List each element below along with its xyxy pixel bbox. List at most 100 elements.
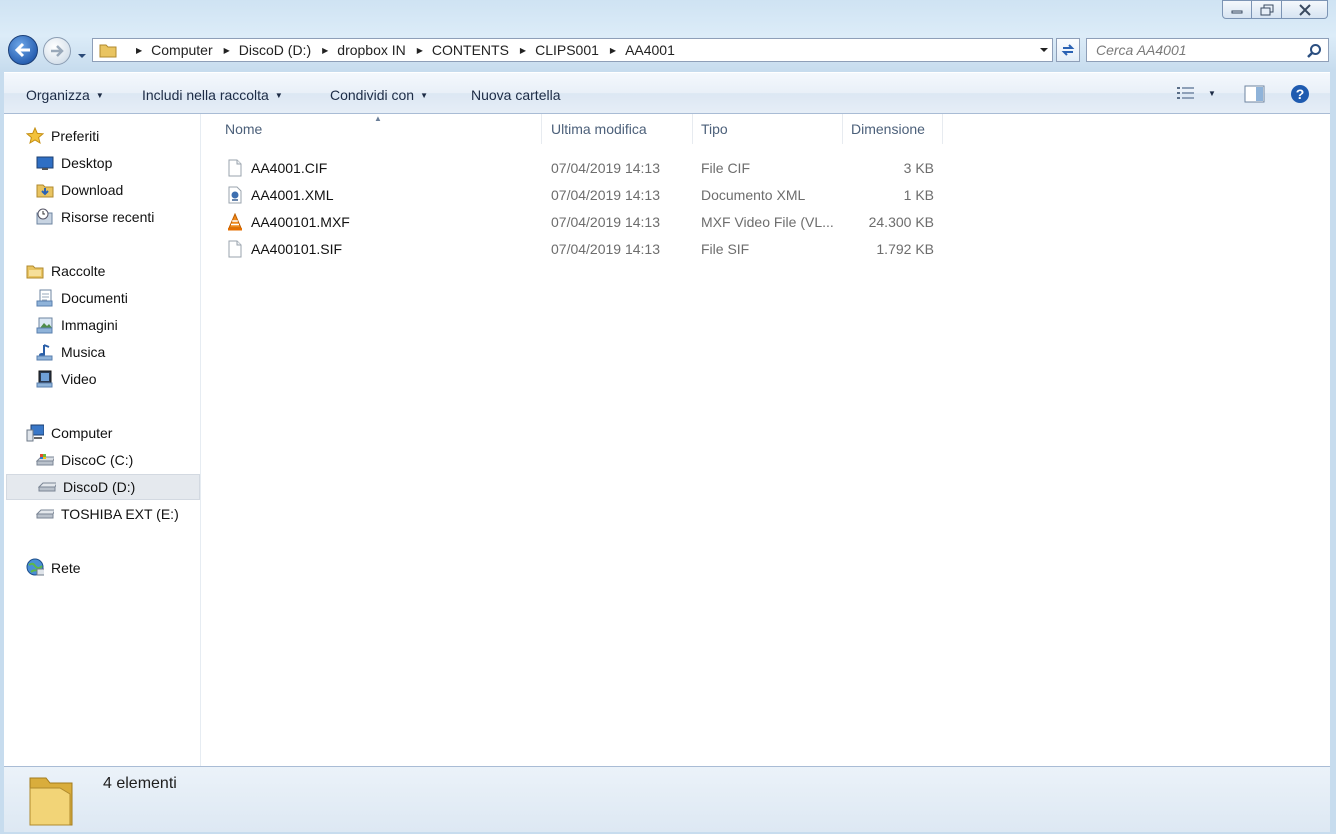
new-folder-button[interactable]: Nuova cartella bbox=[471, 87, 561, 103]
forward-arrow-icon bbox=[51, 45, 64, 57]
sidebar-item-drive-d[interactable]: DiscoD (D:) bbox=[6, 474, 200, 500]
breadcrumb-separator-icon[interactable]: ▶ bbox=[224, 46, 230, 55]
minimize-icon bbox=[1231, 10, 1243, 13]
breadcrumb-disco-d[interactable]: DiscoD (D:) bbox=[239, 42, 311, 58]
breadcrumb-computer[interactable]: Computer bbox=[151, 42, 212, 58]
sidebar-item-label: Rete bbox=[51, 560, 81, 576]
navigation-pane: Preferiti Desktop Download Risorse recen… bbox=[4, 114, 201, 766]
file-modified: 07/04/2019 14:13 bbox=[551, 213, 660, 230]
include-library-button[interactable]: Includi nella raccolta ▼ bbox=[142, 87, 283, 103]
address-history-dropdown[interactable] bbox=[1036, 39, 1052, 61]
file-name-cell: AA4001.XML bbox=[227, 181, 334, 208]
sidebar-item-label: TOSHIBA EXT (E:) bbox=[61, 506, 179, 522]
sidebar-item-label: Risorse recenti bbox=[61, 209, 155, 225]
explorer-main: Preferiti Desktop Download Risorse recen… bbox=[4, 114, 1330, 766]
file-row[interactable]: AA4001.CIF 07/04/2019 14:13 File CIF 3 K… bbox=[202, 154, 942, 181]
column-header-label: Dimensione bbox=[851, 121, 925, 137]
details-view-icon bbox=[1177, 87, 1194, 99]
sidebar-item-label: DiscoC (C:) bbox=[61, 452, 134, 468]
file-row[interactable]: AA400101.MXF 07/04/2019 14:13 MXF Video … bbox=[202, 208, 942, 235]
blank-file-icon bbox=[227, 240, 243, 258]
restore-icon bbox=[1260, 4, 1273, 15]
file-row[interactable]: AA4001.XML 07/04/2019 14:13 Documento XM… bbox=[202, 181, 942, 208]
folder-icon bbox=[26, 772, 78, 833]
file-type: MXF Video File (VL... bbox=[701, 213, 834, 230]
file-size: 1 KB bbox=[903, 186, 934, 203]
column-header-modified[interactable]: Ultima modifica bbox=[543, 114, 693, 144]
breadcrumb-separator-icon[interactable]: ▶ bbox=[417, 46, 423, 55]
sidebar-item-pictures[interactable]: Immagini bbox=[36, 312, 118, 338]
sidebar-item-recent[interactable]: Risorse recenti bbox=[36, 204, 154, 230]
breadcrumb-clips001[interactable]: CLIPS001 bbox=[535, 42, 599, 58]
column-header-size[interactable]: Dimensione bbox=[843, 114, 943, 144]
sidebar-item-drive-e[interactable]: TOSHIBA EXT (E:) bbox=[36, 501, 179, 527]
refresh-button[interactable] bbox=[1056, 38, 1080, 62]
close-icon bbox=[1298, 3, 1311, 16]
organize-button[interactable]: Organizza ▼ bbox=[26, 87, 104, 103]
search-icon[interactable] bbox=[1306, 43, 1322, 59]
file-name-cell: AA400101.MXF bbox=[227, 208, 350, 235]
documents-icon bbox=[36, 289, 54, 307]
breadcrumb-label: CLIPS001 bbox=[535, 42, 599, 58]
sidebar-item-computer[interactable]: Computer bbox=[26, 420, 112, 446]
column-header-type[interactable]: Tipo bbox=[693, 114, 843, 144]
file-name: AA4001.XML bbox=[251, 186, 334, 203]
refresh-icon bbox=[1061, 44, 1075, 56]
breadcrumb-dropbox-in[interactable]: dropbox IN bbox=[337, 42, 405, 58]
breadcrumb-separator-icon[interactable]: ▶ bbox=[610, 46, 616, 55]
video-icon bbox=[36, 370, 54, 388]
maximize-button[interactable] bbox=[1252, 0, 1282, 19]
column-header-name[interactable]: Nome bbox=[202, 114, 542, 144]
navigation-bar: ▶ Computer ▶ DiscoD (D:) ▶ dropbox IN ▶ … bbox=[6, 34, 1330, 68]
close-button[interactable] bbox=[1282, 0, 1328, 19]
minimize-button[interactable] bbox=[1222, 0, 1252, 19]
item-count: 4 elementi bbox=[103, 775, 177, 792]
new-folder-label: Nuova cartella bbox=[471, 87, 561, 103]
breadcrumb-aa4001[interactable]: AA4001 bbox=[625, 42, 675, 58]
column-header-label: Tipo bbox=[701, 121, 728, 137]
file-modified: 07/04/2019 14:13 bbox=[551, 186, 660, 203]
sidebar-item-documents[interactable]: Documenti bbox=[36, 285, 128, 311]
desktop-icon bbox=[36, 154, 54, 172]
sidebar-item-music[interactable]: Musica bbox=[36, 339, 105, 365]
svg-text:?: ? bbox=[1296, 86, 1305, 102]
sidebar-item-libraries[interactable]: Raccolte bbox=[26, 258, 105, 284]
preview-pane-button[interactable] bbox=[1244, 85, 1266, 103]
command-bar: Organizza ▼ Includi nella raccolta ▼ Condi… bbox=[4, 72, 1330, 114]
sidebar-item-favorites[interactable]: Preferiti bbox=[26, 123, 99, 149]
address-bar[interactable]: ▶ Computer ▶ DiscoD (D:) ▶ dropbox IN ▶ … bbox=[92, 38, 1053, 62]
sidebar-item-video[interactable]: Video bbox=[36, 366, 97, 392]
search-input[interactable]: Cerca AA4001 bbox=[1086, 38, 1329, 62]
breadcrumb-separator-icon[interactable]: ▶ bbox=[322, 46, 328, 55]
chevron-down-icon[interactable]: ▼ bbox=[1208, 89, 1216, 98]
chevron-down-icon: ▼ bbox=[95, 90, 104, 100]
file-size: 3 KB bbox=[903, 159, 934, 176]
sidebar-item-desktop[interactable]: Desktop bbox=[36, 150, 112, 176]
sidebar-item-network[interactable]: Rete bbox=[26, 555, 81, 581]
sidebar-item-label: Documenti bbox=[61, 290, 128, 306]
change-view-button[interactable]: ▼ bbox=[1176, 85, 1216, 101]
hard-drive-icon bbox=[38, 478, 56, 496]
help-button[interactable]: ? bbox=[1290, 84, 1310, 104]
search-placeholder: Cerca AA4001 bbox=[1096, 42, 1187, 58]
recent-places-icon bbox=[36, 208, 54, 226]
sidebar-item-download[interactable]: Download bbox=[36, 177, 123, 203]
file-size: 24.300 KB bbox=[868, 213, 934, 230]
breadcrumb-separator-icon[interactable]: ▶ bbox=[520, 46, 526, 55]
breadcrumb-contents[interactable]: CONTENTS bbox=[432, 42, 509, 58]
recent-pages-dropdown[interactable] bbox=[77, 46, 87, 62]
forward-button[interactable] bbox=[43, 37, 71, 65]
back-button[interactable] bbox=[8, 35, 38, 65]
chevron-down-icon bbox=[1040, 48, 1048, 52]
file-size: 1.792 KB bbox=[876, 240, 934, 257]
sort-ascending-icon: ▲ bbox=[374, 114, 382, 123]
sidebar-item-label: Download bbox=[61, 182, 124, 198]
share-button[interactable]: Condividi con ▼ bbox=[330, 87, 428, 103]
breadcrumb-separator-icon: ▶ bbox=[136, 45, 143, 55]
column-header-label: Ultima modifica bbox=[551, 121, 647, 137]
computer-icon bbox=[26, 424, 44, 442]
breadcrumb-label: DiscoD (D:) bbox=[238, 42, 312, 58]
sidebar-item-drive-c[interactable]: DiscoC (C:) bbox=[36, 447, 133, 473]
file-row[interactable]: AA400101.SIF 07/04/2019 14:13 File SIF 1… bbox=[202, 235, 942, 262]
hard-drive-icon bbox=[36, 505, 54, 523]
